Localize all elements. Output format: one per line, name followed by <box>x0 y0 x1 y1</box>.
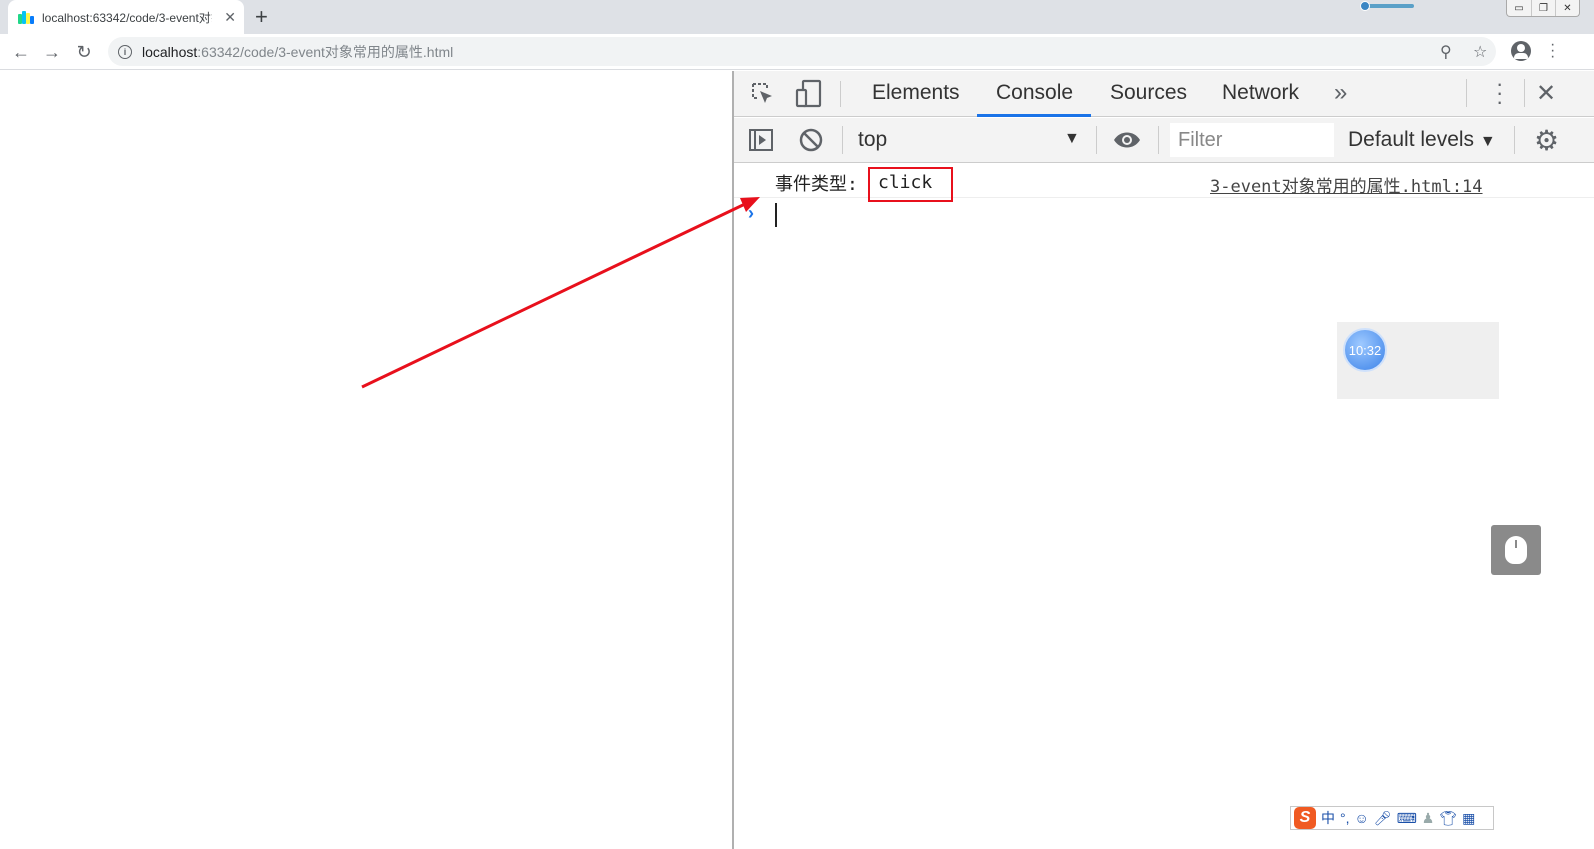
log-levels-dropdown[interactable]: Default levels ▼ <box>1348 128 1496 152</box>
console-toolbar: top ▼ Filter Default levels ▼ ⚙ <box>734 118 1594 163</box>
profile-avatar-icon[interactable] <box>1511 41 1531 61</box>
ime-punctuation[interactable]: °, <box>1340 810 1350 826</box>
toolbox-grid-icon[interactable]: ▦ <box>1462 810 1475 827</box>
tab-title: localhost:63342/code/3-event对象常用的属性.html <box>42 10 212 25</box>
close-devtools-icon[interactable]: ✕ <box>1536 79 1556 108</box>
context-dropdown-icon[interactable]: ▼ <box>1064 130 1080 148</box>
levels-dropdown-icon: ▼ <box>1479 133 1496 150</box>
highlight-box: click <box>868 167 953 202</box>
console-log-row: 事件类型: click 3-event对象常用的属性.html:14 <box>734 164 1594 202</box>
inspect-element-icon[interactable] <box>750 81 776 107</box>
clear-console-icon[interactable] <box>798 127 824 153</box>
log-levels-label: Default levels <box>1348 128 1475 151</box>
console-prompt-chevron-icon: › <box>748 203 754 223</box>
microphone-icon[interactable]: 🎤︎ <box>1374 810 1392 827</box>
browser-menu-icon[interactable]: · · · <box>1550 37 1555 65</box>
sogou-logo-icon[interactable]: S <box>1294 807 1316 829</box>
tab-sources[interactable]: Sources <box>1110 81 1187 117</box>
new-tab-button[interactable]: + <box>255 4 268 30</box>
filter-input[interactable]: Filter <box>1170 123 1334 157</box>
tab-strip: localhost:63342/code/3-event对象常用的属性.html… <box>0 0 1594 34</box>
console-source-link[interactable]: 3-event对象常用的属性.html:14 <box>1210 172 1483 197</box>
tab-close-icon[interactable]: ✕ <box>224 9 236 26</box>
url-path: :63342/code/3-event对象常用的属性.html <box>197 43 454 60</box>
device-toolbar-icon[interactable] <box>794 79 824 109</box>
more-tabs-chevron-icon[interactable]: » <box>1334 79 1347 107</box>
console-log-label: 事件类型: <box>775 174 858 195</box>
show-sidebar-icon[interactable] <box>748 127 774 153</box>
tab-network[interactable]: Network <box>1222 81 1299 117</box>
webstorm-favicon-icon <box>18 10 34 24</box>
tab-console[interactable]: Console <box>977 81 1091 117</box>
clock-badge: 10:32 <box>1343 328 1387 372</box>
tab-elements[interactable]: Elements <box>872 81 960 117</box>
console-log-value: click <box>878 172 933 193</box>
context-selector[interactable]: top <box>858 128 887 152</box>
keyboard-icon[interactable]: ⌨ <box>1397 810 1417 827</box>
reload-icon[interactable]: ↻ <box>72 40 96 64</box>
mouse-widget[interactable] <box>1491 525 1541 575</box>
back-arrow-icon[interactable]: ← <box>9 40 33 64</box>
devtools-menu-icon[interactable]: · · · <box>1496 73 1503 113</box>
ime-mode[interactable]: 中 <box>1321 808 1335 828</box>
info-icon[interactable]: i <box>118 44 132 59</box>
mouse-icon <box>1505 536 1527 564</box>
clock-widget[interactable]: 10:32 <box>1337 322 1499 399</box>
browser-toolbar: ← → ↻ i localhost:63342/code/3-event对象常用… <box>0 34 1594 70</box>
slider-knob[interactable] <box>1360 1 1370 11</box>
devtools-panel: Elements Console Sources Network » · · · ✕… <box>734 71 1594 849</box>
zoom-icon[interactable]: ⚲ <box>1440 42 1452 62</box>
devtools-tabbar: Elements Console Sources Network » · · · ✕ <box>734 71 1594 117</box>
window-controls: ▭ ❐ ✕ <box>1506 0 1580 17</box>
skin-shirt-icon[interactable]: 👕︎ <box>1439 810 1457 827</box>
volume-slider[interactable] <box>1360 1 1414 11</box>
address-bar[interactable]: i localhost:63342/code/3-event对象常用的属性.ht… <box>108 37 1496 66</box>
url-text[interactable]: localhost:63342/code/3-event对象常用的属性.html <box>142 42 453 62</box>
user-icon[interactable]: ♟ <box>1422 810 1435 827</box>
bookmark-star-icon[interactable]: ☆ <box>1473 42 1487 62</box>
browser-tab[interactable]: localhost:63342/code/3-event对象常用的属性.html… <box>8 0 244 34</box>
page-viewport[interactable] <box>0 71 732 849</box>
minimize-icon[interactable]: ▭ <box>1507 0 1531 16</box>
restore-icon[interactable]: ❐ <box>1531 0 1555 16</box>
emoji-icon[interactable]: ☺ <box>1355 810 1369 826</box>
live-expression-eye-icon[interactable] <box>1112 128 1142 152</box>
console-input[interactable] <box>775 203 777 227</box>
ime-toolbar: S 中 °, ☺ 🎤︎ ⌨ ♟ 👕︎ ▦ <box>1290 806 1494 830</box>
close-window-icon[interactable]: ✕ <box>1555 0 1579 16</box>
url-host: localhost <box>142 43 198 60</box>
forward-arrow-icon[interactable]: → <box>40 40 64 64</box>
console-settings-gear-icon[interactable]: ⚙ <box>1534 124 1559 157</box>
